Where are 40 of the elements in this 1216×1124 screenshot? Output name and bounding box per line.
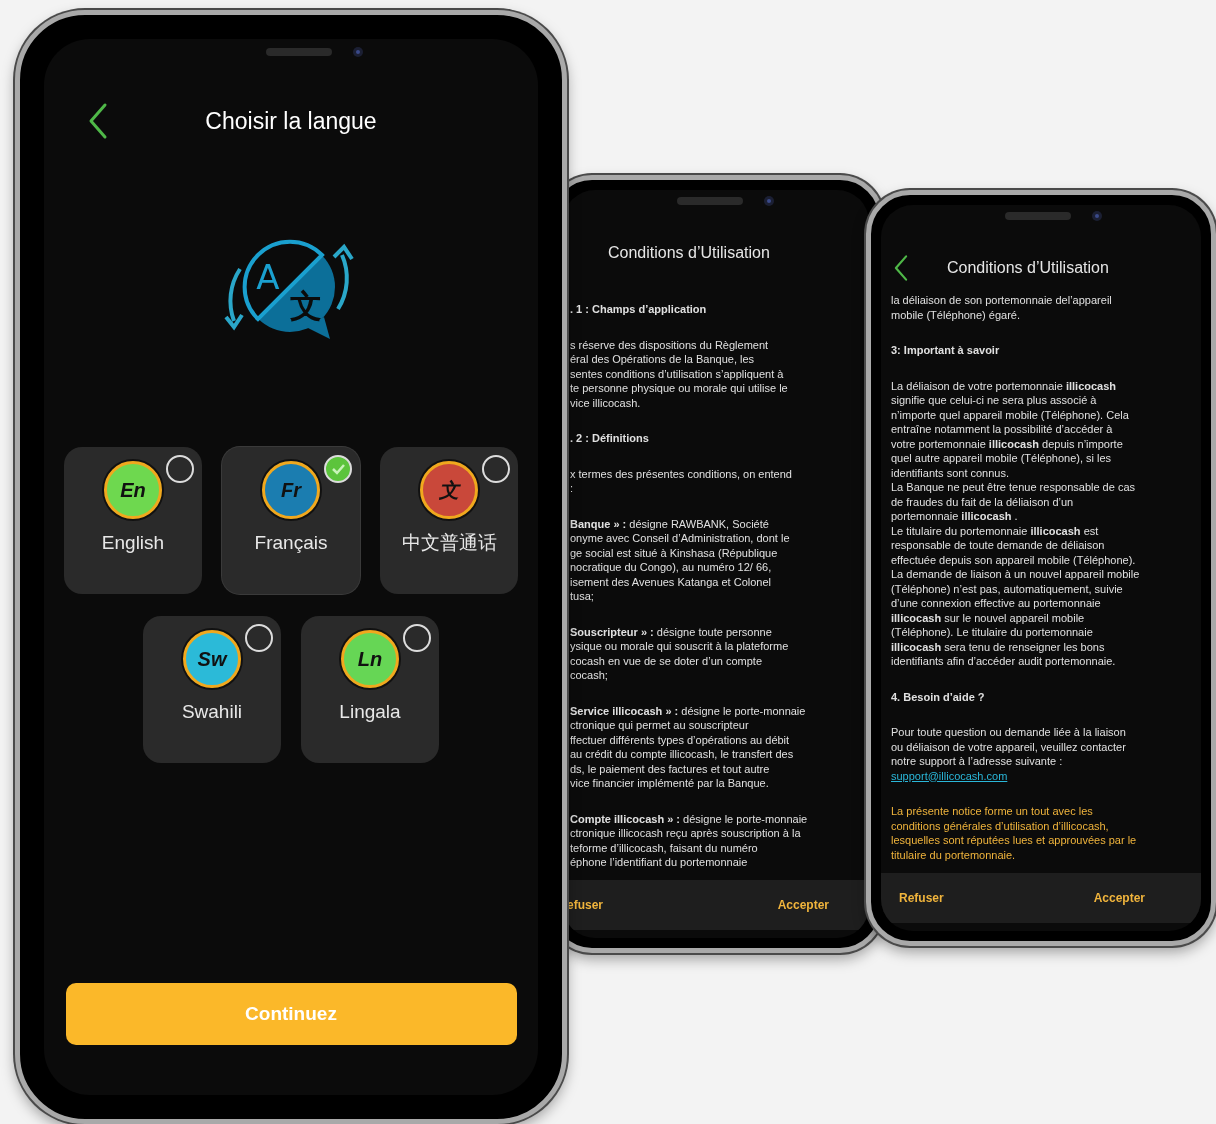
- radio-button[interactable]: [324, 455, 352, 483]
- language-option[interactable]: 文 中文普通话: [380, 447, 518, 594]
- paragraph: Service illicocash » : désigne le porte-monnaie ctronique qui permet au souscripteur ffectuer différents types d’opérations au débit au crédit du compte illicocash, le transfert des ds, le paiement des factures et tout autre vice financier implémenté par la Banque.: [570, 703, 807, 791]
- language-badge: Ln: [341, 630, 399, 688]
- notice-text: La présente notice forme un tout avec les conditions générales d’utilisation d’illicocash, lesquelles sont réputées lues et approuvées par le titulaire du portemonnaie.: [891, 804, 1138, 862]
- back-icon[interactable]: [87, 102, 109, 140]
- language-option[interactable]: Ln Lingala: [301, 616, 439, 763]
- paragraph: Souscripteur » : désigne toute personne ysique ou morale qui souscrit à la plateforme cocash en vue de se doter d’un compte cocash;: [570, 624, 790, 683]
- language-badge: En: [104, 461, 162, 519]
- radio-button[interactable]: [482, 455, 510, 483]
- language-badge: Sw: [183, 630, 241, 688]
- paragraph: s réserve des dispositions du Règlement éral des Opérations de la Banque, les sentes conditions d’utilisation s’appliquent à te personne physique ou morale qui utilise le vice illicocash.: [570, 337, 789, 410]
- radio-button[interactable]: [245, 624, 273, 652]
- paragraph: Banque » : désigne RAWBANK, Société onyme avec Conseil d’Administration, dont le ge social est situé à Kinshasa (République nocratique du Congo), au numéro 12/ 66, isement des Avenues Katanga et Colonel tusa;: [570, 516, 791, 604]
- accept-button[interactable]: Accepter: [1093, 889, 1145, 907]
- language-option[interactable]: Fr Français: [222, 447, 360, 594]
- screen-title: Choisir la langue: [205, 106, 377, 136]
- screen-title: Conditions d’Utilisation: [947, 258, 1109, 278]
- refuse-button[interactable]: Refuser: [899, 889, 944, 907]
- paragraph: La déliaison de votre portemonnaie illicocash signifie que celui-ci ne sera plus associé à n’importe quel appareil mobile (Téléphone). Cela entraîne notamment la possibilité d’accéder à votre portemonnaie illicocash depuis n’importe quel autre appareil mobile (Téléphone), si les identifiants sont connus. La Banque ne peut être tenue responsable de cas de fraudes du fait de la déliaison d’un portemonnaie illicocash . Le titulaire du portemonnaie illicocash est responsable de toute demande de déliaison effectuée depuis son appareil mobile (Téléphone). La demande de liaison à un nouvel appareil mobile (Téléphone) n’est pas, automatiquement, suivie d’une connexion effective au portemonnaie illicocash sur le nouvel appareil mobile (Téléphone). Le titulaire du portemonnaie illicocash sera tenu de renseigner les bons identifiants afin d’accéder audit portemonnaie.: [891, 378, 1141, 669]
- back-icon[interactable]: [893, 254, 909, 282]
- section-heading: 4. Besoin d’aide ?: [891, 689, 986, 704]
- paragraph: Compte illicocash » : désigne le porte-monnaie ctronique illicocash reçu après souscription à la teforme d’illicocash, faisant du numéro éphone l’identifiant du portemonnaie: [570, 811, 809, 870]
- radio-button[interactable]: [403, 624, 431, 652]
- screen-title: Conditions d’Utilisation: [608, 243, 770, 263]
- check-icon: [330, 462, 346, 476]
- accept-button[interactable]: Accepter: [777, 896, 829, 914]
- section-heading: 3: Important à savoir: [891, 343, 1001, 358]
- language-option[interactable]: En English: [64, 447, 202, 594]
- paragraph: la déliaison de son portemonnaie del’appareil mobile (Téléphone) égaré.: [891, 293, 1113, 322]
- section-heading: . 2 : Définitions: [570, 431, 650, 446]
- radio-button[interactable]: [166, 455, 194, 483]
- language-option[interactable]: Sw Swahili: [143, 616, 281, 763]
- paragraph: x termes des présentes conditions, on entend :: [570, 466, 793, 496]
- refuse-button[interactable]: efuser: [567, 896, 604, 914]
- language-badge: 文: [420, 461, 478, 519]
- section-heading: . 1 : Champs d’application: [570, 302, 708, 317]
- language-badge: Fr: [262, 461, 320, 519]
- paragraph: Pour toute question ou demande liée à la liaison ou déliaison de votre appareil, veuillez contacter notre support à l’adresse suivante :: [891, 725, 1127, 769]
- email-link[interactable]: support@illicocash.com: [891, 768, 1008, 783]
